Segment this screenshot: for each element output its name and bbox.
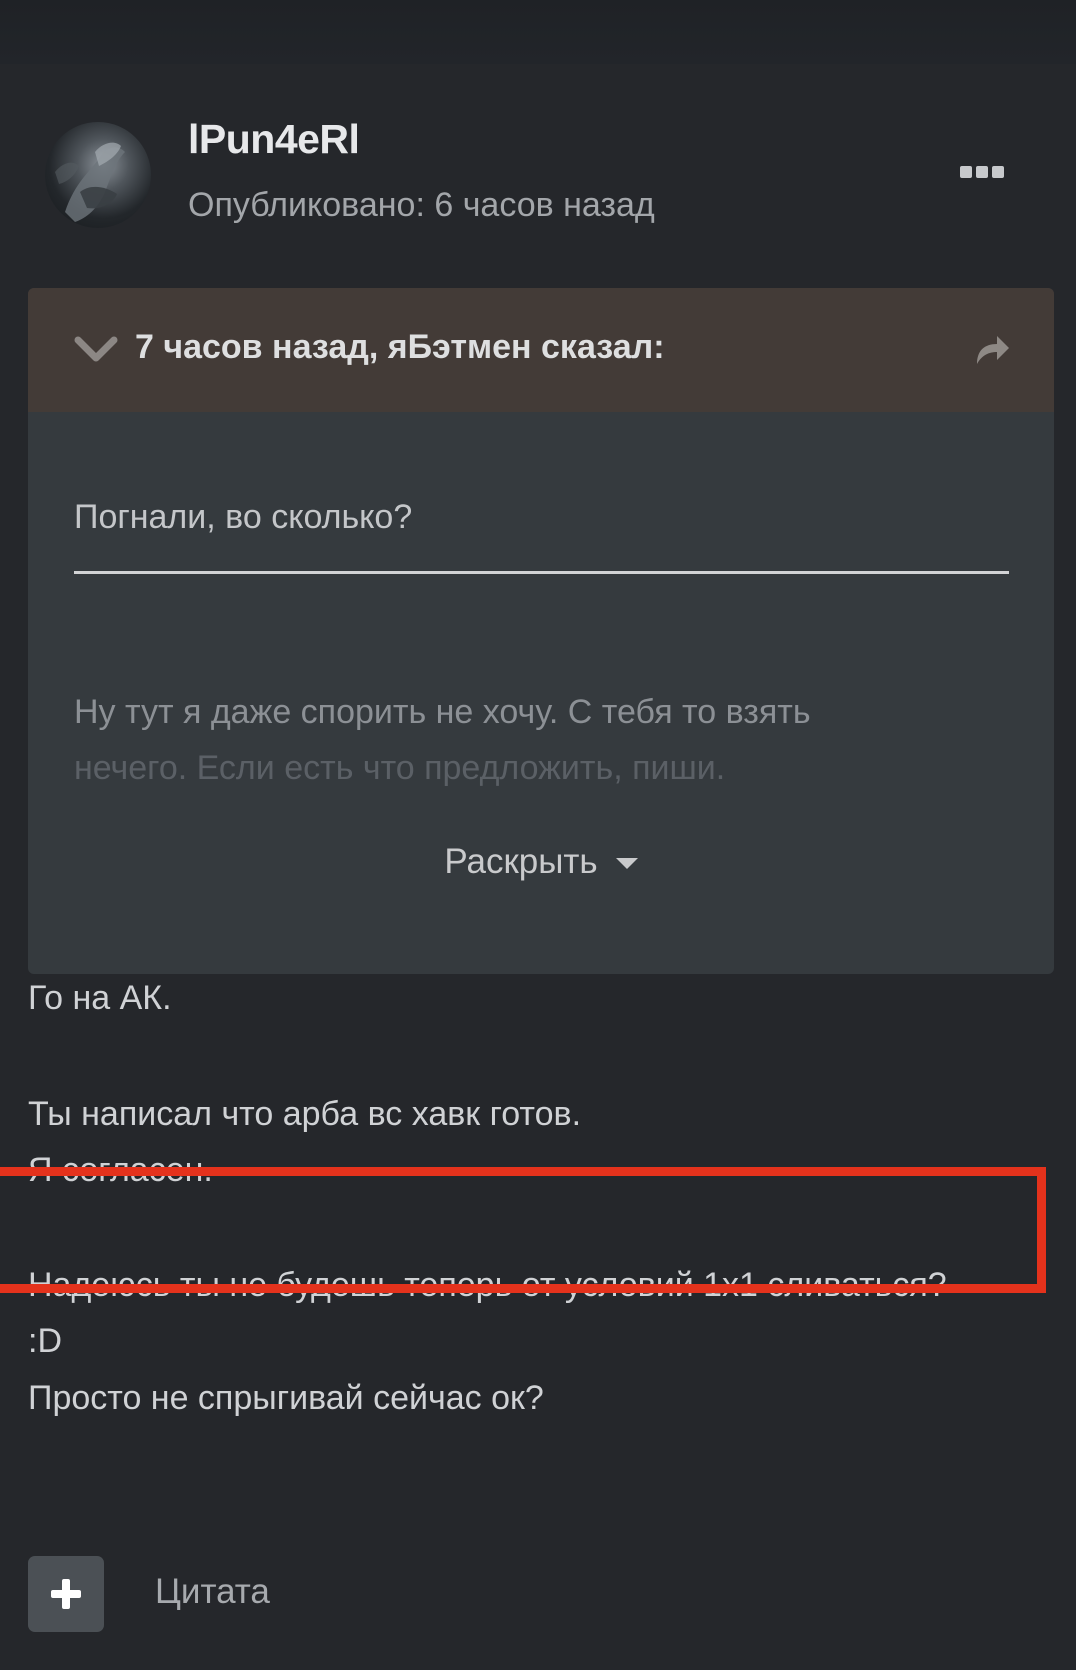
published-time: Опубликовано: 6 часов назад (188, 186, 655, 224)
post-paragraph: Просто не спрыгивай сейчас ок? (28, 1379, 544, 1417)
ellipsis-icon[interactable] (956, 160, 1008, 184)
avatar[interactable] (45, 122, 151, 228)
forum-post: lPun4eRl Опубликовано: 6 часов назад 7 ч… (0, 64, 1076, 1670)
author-name[interactable]: lPun4eRl (188, 116, 360, 163)
quote-citation: 7 часов назад, яБэтмен сказал: (135, 328, 665, 366)
highlight-box (0, 1167, 1046, 1293)
expand-button[interactable]: Раскрыть (28, 842, 1054, 882)
quote-divider (74, 571, 1009, 574)
quote-collapsed-text: Ну тут я даже спорить не хочу. С тебя то… (74, 684, 1024, 796)
plus-icon[interactable] (28, 1556, 104, 1632)
post-paragraph: :D (28, 1322, 62, 1360)
share-arrow-icon[interactable] (971, 328, 1013, 370)
caret-down-icon (615, 858, 638, 870)
expand-label: Раскрыть (444, 842, 598, 881)
quote-text-line: нечего. Если есть что предложить, пиши. (74, 749, 726, 787)
quote-button[interactable]: Цитата (155, 1572, 270, 1612)
quote-header: 7 часов назад, яБэтмен сказал: (28, 288, 1054, 412)
top-bar (0, 0, 1076, 64)
avatar-image (55, 142, 125, 222)
post-paragraph: Го на АК. (28, 979, 172, 1017)
quote-text-line: Ну тут я даже спорить не хочу. С тебя то… (74, 693, 811, 731)
chevron-down-icon[interactable] (74, 328, 118, 372)
post-paragraph: Ты написал что арба вс хавк готов. (28, 1095, 582, 1133)
quote-text-line: Погнали, во сколько? (74, 498, 413, 536)
quote-block: 7 часов назад, яБэтмен сказал: Погнали, … (28, 288, 1054, 974)
